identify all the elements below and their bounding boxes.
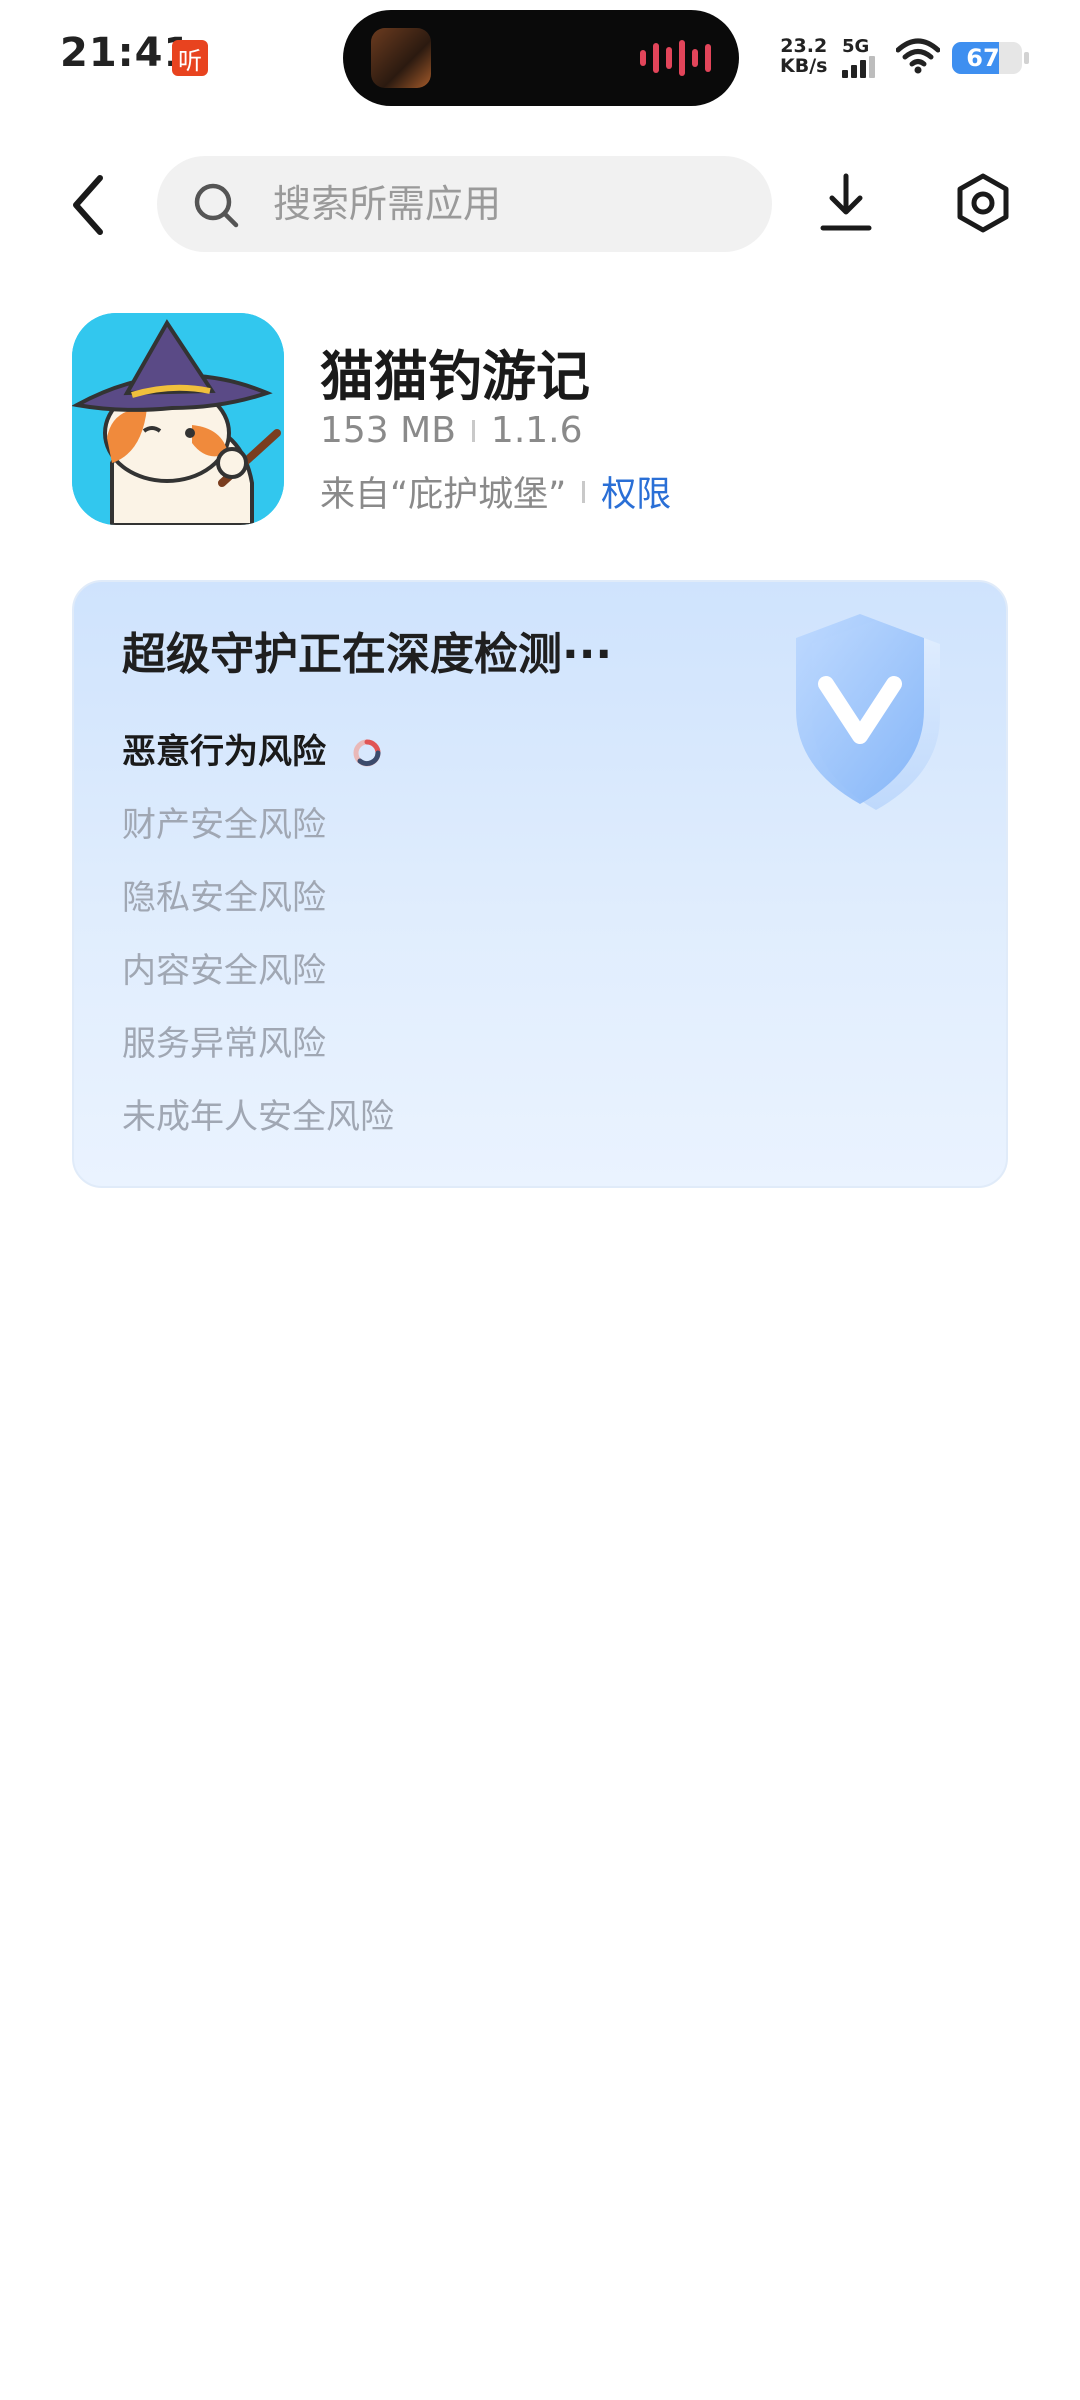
risk-item: 财产安全风险 — [122, 789, 394, 862]
network-speed: 23.2 KB/s — [780, 36, 827, 76]
battery-icon: 67 — [952, 42, 1022, 74]
audio-wave-icon — [640, 40, 711, 76]
risk-item: 未成年人安全风险 — [122, 1081, 394, 1154]
app-source: 来自“庇护城堡” — [320, 475, 567, 515]
risk-label: 未成年人安全风险 — [122, 1097, 394, 1137]
network-speed-unit: KB/s — [780, 55, 828, 77]
divider — [582, 480, 586, 503]
risk-item: 隐私安全风险 — [122, 862, 394, 935]
back-icon[interactable] — [64, 170, 114, 240]
permissions-link[interactable]: 权限 — [601, 466, 671, 517]
battery-level: 67 — [966, 44, 1000, 72]
risk-item: 恶意行为风险 — [122, 716, 394, 789]
app-source-row: 来自“庇护城堡” 权限 — [320, 466, 671, 517]
battery-cap — [1024, 52, 1029, 64]
wifi-icon — [896, 38, 940, 74]
download-icon[interactable] — [818, 172, 874, 234]
search-input[interactable]: 搜索所需应用 — [157, 156, 772, 252]
risk-item: 内容安全风险 — [122, 935, 394, 1008]
app-meta: 153 MB 1.1.6 — [320, 410, 583, 451]
search-placeholder: 搜索所需应用 — [273, 182, 502, 226]
signal-icon — [842, 56, 875, 78]
divider — [471, 419, 475, 442]
risk-label: 恶意行为风险 — [122, 732, 326, 772]
risk-label: 服务异常风险 — [122, 1024, 326, 1064]
settings-icon[interactable] — [952, 172, 1014, 234]
cat-wizard-icon — [72, 313, 284, 525]
risk-label: 隐私安全风险 — [122, 878, 326, 918]
app-size: 153 MB — [320, 410, 456, 451]
app-version: 1.1.6 — [490, 410, 583, 451]
shield-icon — [796, 614, 940, 810]
app-name: 猫猫钓游记 — [320, 345, 590, 408]
risk-label: 内容安全风险 — [122, 951, 326, 991]
dynamic-island[interactable] — [343, 10, 739, 106]
scan-title: 超级守护正在深度检测··· — [122, 629, 613, 680]
media-thumbnail[interactable] — [371, 28, 431, 88]
risk-label: 财产安全风险 — [122, 805, 326, 845]
listen-app-icon: 听 — [172, 40, 208, 76]
security-scan-card: 超级守护正在深度检测··· 恶意行为风险 财产安全风险 隐私安全风险 内容安全风… — [72, 580, 1008, 1188]
network-speed-value: 23.2 — [780, 35, 828, 57]
risk-list: 恶意行为风险 财产安全风险 隐私安全风险 内容安全风险 服务异常风险 未成年人安… — [122, 716, 394, 1154]
risk-item: 服务异常风险 — [122, 1008, 394, 1081]
loading-spinner-icon — [353, 739, 381, 766]
search-icon — [194, 183, 239, 228]
network-type: 5G — [842, 36, 870, 57]
app-icon[interactable] — [72, 313, 284, 525]
status-bar: 21:41 听 23.2 KB/s 5G 67 — [0, 0, 1080, 120]
